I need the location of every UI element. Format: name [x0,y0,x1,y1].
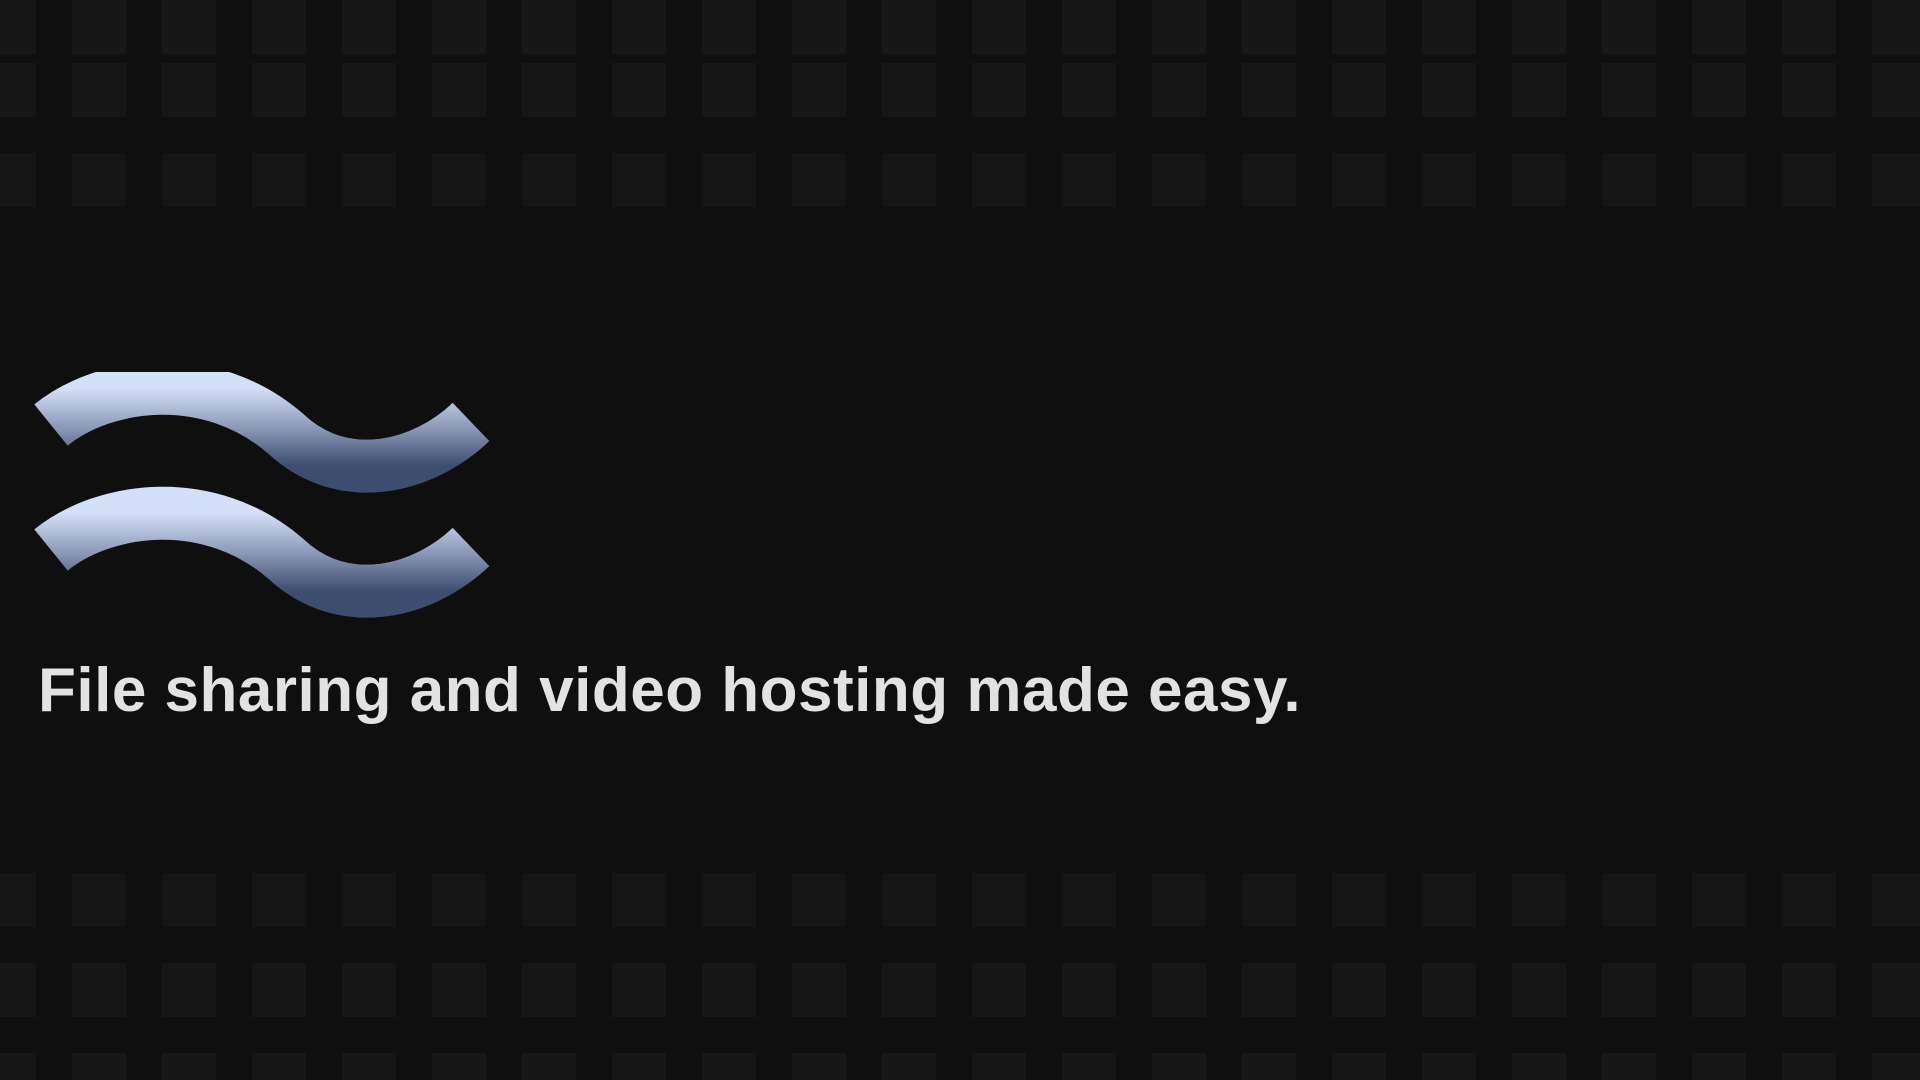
background-tile-row [0,153,1920,207]
background-tile-row [0,1053,1920,1080]
background-tile-row [0,873,1920,927]
background-tile-row [0,0,1920,54]
waves-icon [34,372,490,618]
splash-page: File sharing and video hosting made easy… [0,0,1920,1080]
background-tile-row [0,63,1920,117]
tagline: File sharing and video hosting made easy… [38,656,1302,725]
background-tile-row [0,963,1920,1017]
